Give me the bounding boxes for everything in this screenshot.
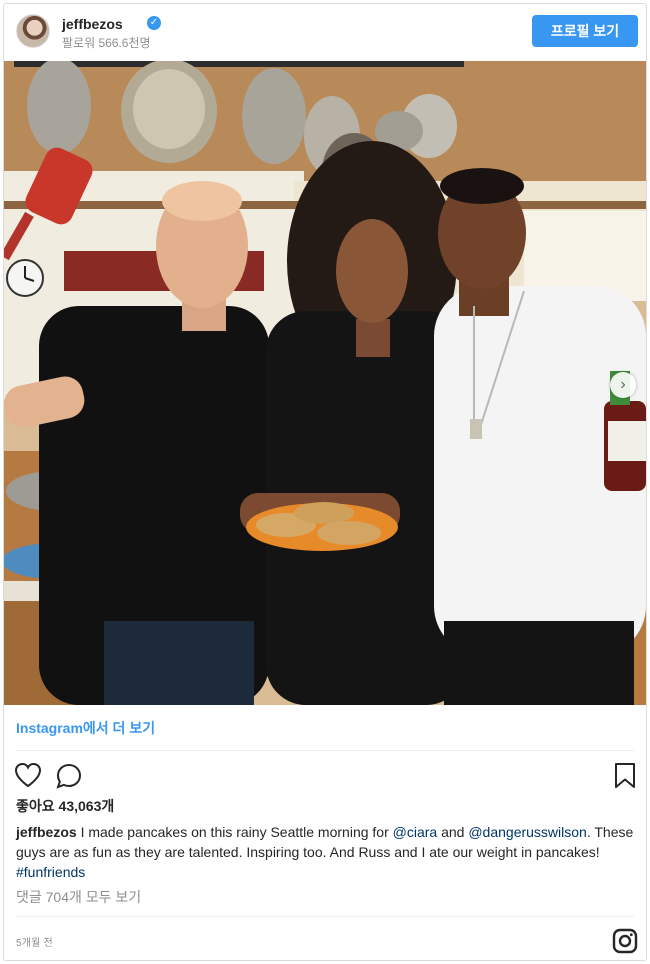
view-profile-button[interactable]: 프로필 보기: [532, 15, 638, 47]
caption-text: I made pancakes on this rainy Seattle mo…: [76, 824, 393, 840]
chevron-right-icon: ›: [620, 376, 626, 393]
mention-ciara-link[interactable]: @ciara: [393, 824, 438, 840]
view-all-comments-link[interactable]: 댓글 704개 모두 보기: [16, 887, 141, 907]
follower-count: 팔로워 566.6천명: [62, 36, 151, 50]
post-timestamp[interactable]: 5개월 전: [16, 934, 53, 949]
post-photo[interactable]: ›: [4, 61, 646, 705]
view-more-on-instagram-link[interactable]: Instagram에서 더 보기: [16, 718, 155, 738]
username[interactable]: jeffbezos: [62, 16, 123, 32]
carousel-next-button[interactable]: ›: [610, 372, 636, 398]
post-header: jeffbezos ✓ 팔로워 566.6천명 프로필 보기: [4, 4, 646, 60]
instagram-embed-card: jeffbezos ✓ 팔로워 566.6천명 프로필 보기 › Instagr…: [3, 3, 647, 961]
photo-illustration: [4, 61, 646, 705]
caption-username[interactable]: jeffbezos: [16, 824, 77, 840]
hashtag-funfriends-link[interactable]: #funfriends: [16, 864, 85, 880]
heart-icon[interactable]: [14, 762, 42, 788]
bookmark-icon[interactable]: [613, 762, 637, 790]
caption-text: and: [437, 824, 469, 840]
divider: [16, 750, 634, 751]
comment-icon[interactable]: [55, 762, 83, 790]
avatar[interactable]: [16, 14, 50, 48]
post-caption: jeffbezos I made pancakes on this rainy …: [16, 822, 634, 882]
divider: [16, 916, 634, 917]
mention-dangerusswilson-link[interactable]: @dangerusswilson: [468, 824, 587, 840]
instagram-logo-icon[interactable]: [612, 928, 638, 954]
verified-badge-icon: ✓: [147, 16, 161, 30]
like-count[interactable]: 좋아요 43,063개: [16, 796, 114, 816]
